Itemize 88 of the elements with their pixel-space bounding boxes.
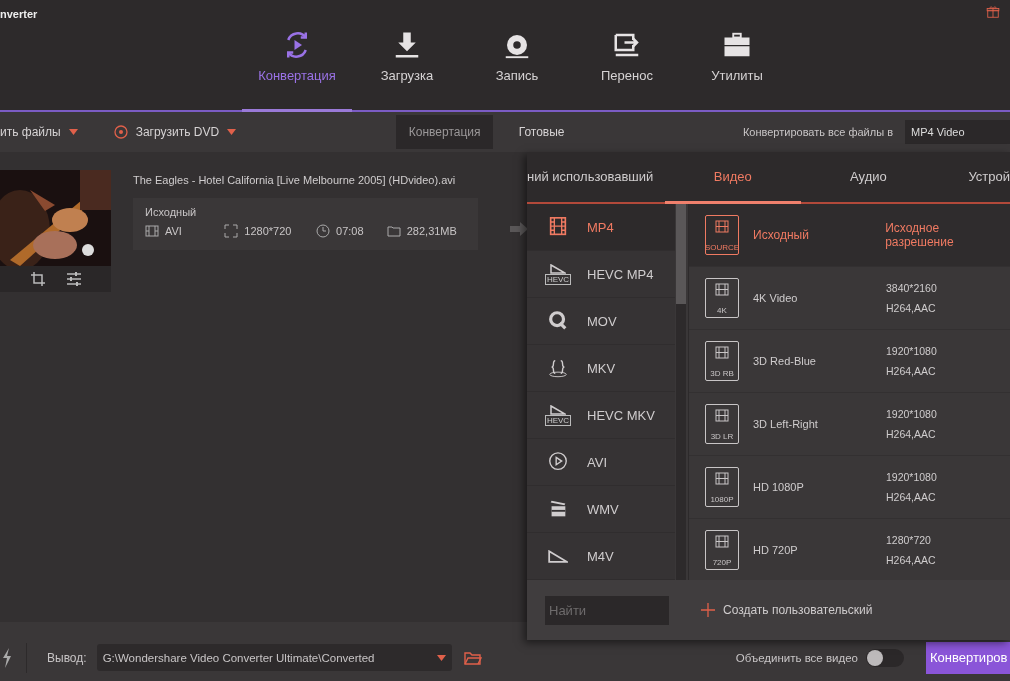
folder-icon: [463, 650, 482, 665]
category-tab[interactable]: Аудио: [800, 152, 937, 204]
output-path-dropdown[interactable]: G:\Wondershare Video Converter Ultimate\Converted: [96, 644, 452, 671]
preset-resolution: 3840*2160: [886, 282, 937, 294]
add-files-button[interactable]: ить файлы: [0, 125, 78, 139]
merge-toggle[interactable]: [866, 648, 904, 667]
play-icon: [546, 451, 570, 473]
preset-row[interactable]: 3D RB 3D Red-Blue 1920*1080 H264,AAC: [689, 330, 1010, 393]
preset-codec: H264,AAC: [886, 491, 937, 503]
preset-name: 3D Left-Right: [753, 418, 819, 430]
preset-name: HD 720P: [753, 544, 799, 556]
clock-icon: [316, 224, 330, 238]
film-icon: [715, 472, 729, 485]
format-label: AVI: [165, 225, 182, 237]
preset-resolution: 1920*1080: [886, 345, 937, 357]
format-item[interactable]: HEVC HEVC MKV: [527, 392, 675, 439]
category-tab[interactable]: Устрой: [936, 152, 1010, 204]
triangle-icon: [548, 549, 568, 563]
caret-icon: [436, 654, 446, 661]
merge-label: Объединить все видео: [735, 651, 858, 664]
film-icon: [715, 283, 729, 296]
icon-label: 3D RB: [710, 369, 734, 378]
format-item[interactable]: AVI: [527, 439, 675, 486]
film-icon: [715, 220, 729, 233]
arrow-icon: [510, 222, 528, 236]
preset-codec: H264,AAC: [886, 554, 936, 566]
disc-icon: [113, 125, 128, 139]
preset-resolution: 1920*1080: [886, 471, 937, 483]
caret-icon: [227, 129, 237, 135]
nav-tab[interactable]: Утилиты: [682, 0, 792, 112]
load-dvd-button[interactable]: Загрузить DVD: [113, 125, 237, 139]
triangle-icon: [550, 263, 566, 274]
preset-codec: H264,AAC: [886, 302, 937, 314]
nav-tab[interactable]: Запись: [462, 0, 572, 112]
convert-button[interactable]: Конвертиров: [926, 641, 1010, 674]
resolution-label: 1280*720: [244, 225, 292, 237]
icon-label: SOURCE: [704, 243, 740, 252]
icon-label: 3D LR: [710, 432, 734, 441]
folder-icon: [386, 224, 401, 238]
preset-resolution: 1920*1080: [886, 408, 937, 420]
format-item[interactable]: MKV: [527, 345, 675, 392]
icon-label: 720P: [712, 558, 732, 567]
settings-icon: [65, 271, 82, 287]
create-custom-button[interactable]: Создать пользовательский: [701, 603, 873, 617]
lightning-icon: [2, 647, 12, 668]
preset-row[interactable]: 4K 4K Video 3840*2160 H264,AAC: [689, 267, 1010, 330]
preset-codec: H264,AAC: [886, 365, 937, 377]
nav-tab[interactable]: Перенос: [572, 0, 682, 112]
film-icon: [715, 409, 729, 422]
format-item[interactable]: WMV: [527, 486, 675, 533]
size-label: 282,31MB: [406, 225, 457, 237]
format-item[interactable]: MP4: [527, 204, 675, 251]
caret-icon: [68, 129, 78, 135]
preset-name: HD 1080P: [753, 481, 805, 493]
category-tab[interactable]: ний использовавший: [527, 152, 665, 204]
film-icon: [145, 224, 159, 238]
film-icon: [715, 346, 729, 359]
output-label: Вывод:: [47, 650, 87, 665]
convert-all-label: Конвертировать все файлы в: [742, 126, 893, 138]
preset-resolution: Исходное разрешение: [885, 221, 955, 249]
nav-tab[interactable]: Загрузка: [352, 0, 462, 112]
format-dropdown[interactable]: MP4 Video: [905, 120, 1010, 144]
preset-row[interactable]: 3D LR 3D Left-Right 1920*1080 H264,AAC: [689, 393, 1010, 456]
search-field[interactable]: Найти: [545, 595, 669, 625]
scrollbar[interactable]: [676, 204, 686, 580]
view-tab[interactable]: Готовые: [493, 115, 591, 149]
icon-label: 4K: [717, 306, 727, 315]
preset-codec: H264,AAC: [886, 428, 937, 440]
preset-row[interactable]: SOURCE Исходный Исходное разрешение: [689, 204, 1010, 267]
triangle-icon: [550, 404, 566, 415]
braces-icon: [546, 357, 570, 379]
preset-name: 4K Video: [753, 292, 799, 304]
file-name: The Eagles - Hotel California [Live Melbourne 2005] (HDvideo).avi: [133, 174, 457, 186]
gift-icon: [986, 5, 1000, 19]
icon-label: 1080P: [710, 495, 734, 504]
resize-icon: [224, 224, 239, 238]
crop-icon: [29, 271, 46, 287]
format-item[interactable]: HEVC HEVC MP4: [527, 251, 675, 298]
preset-resolution: 1280*720: [886, 534, 932, 546]
plus-icon: [701, 603, 715, 617]
preset-row[interactable]: 1080P HD 1080P 1920*1080 H264,AAC: [689, 456, 1010, 519]
film-icon: [715, 535, 729, 548]
duration-label: 07:08: [336, 225, 364, 237]
profile-label: Исходный: [145, 206, 198, 218]
preset-name: 3D Red-Blue: [753, 355, 817, 367]
format-item[interactable]: MOV: [527, 298, 675, 345]
preset-name: Исходный: [753, 228, 810, 242]
app-title: nverter: [0, 8, 38, 20]
